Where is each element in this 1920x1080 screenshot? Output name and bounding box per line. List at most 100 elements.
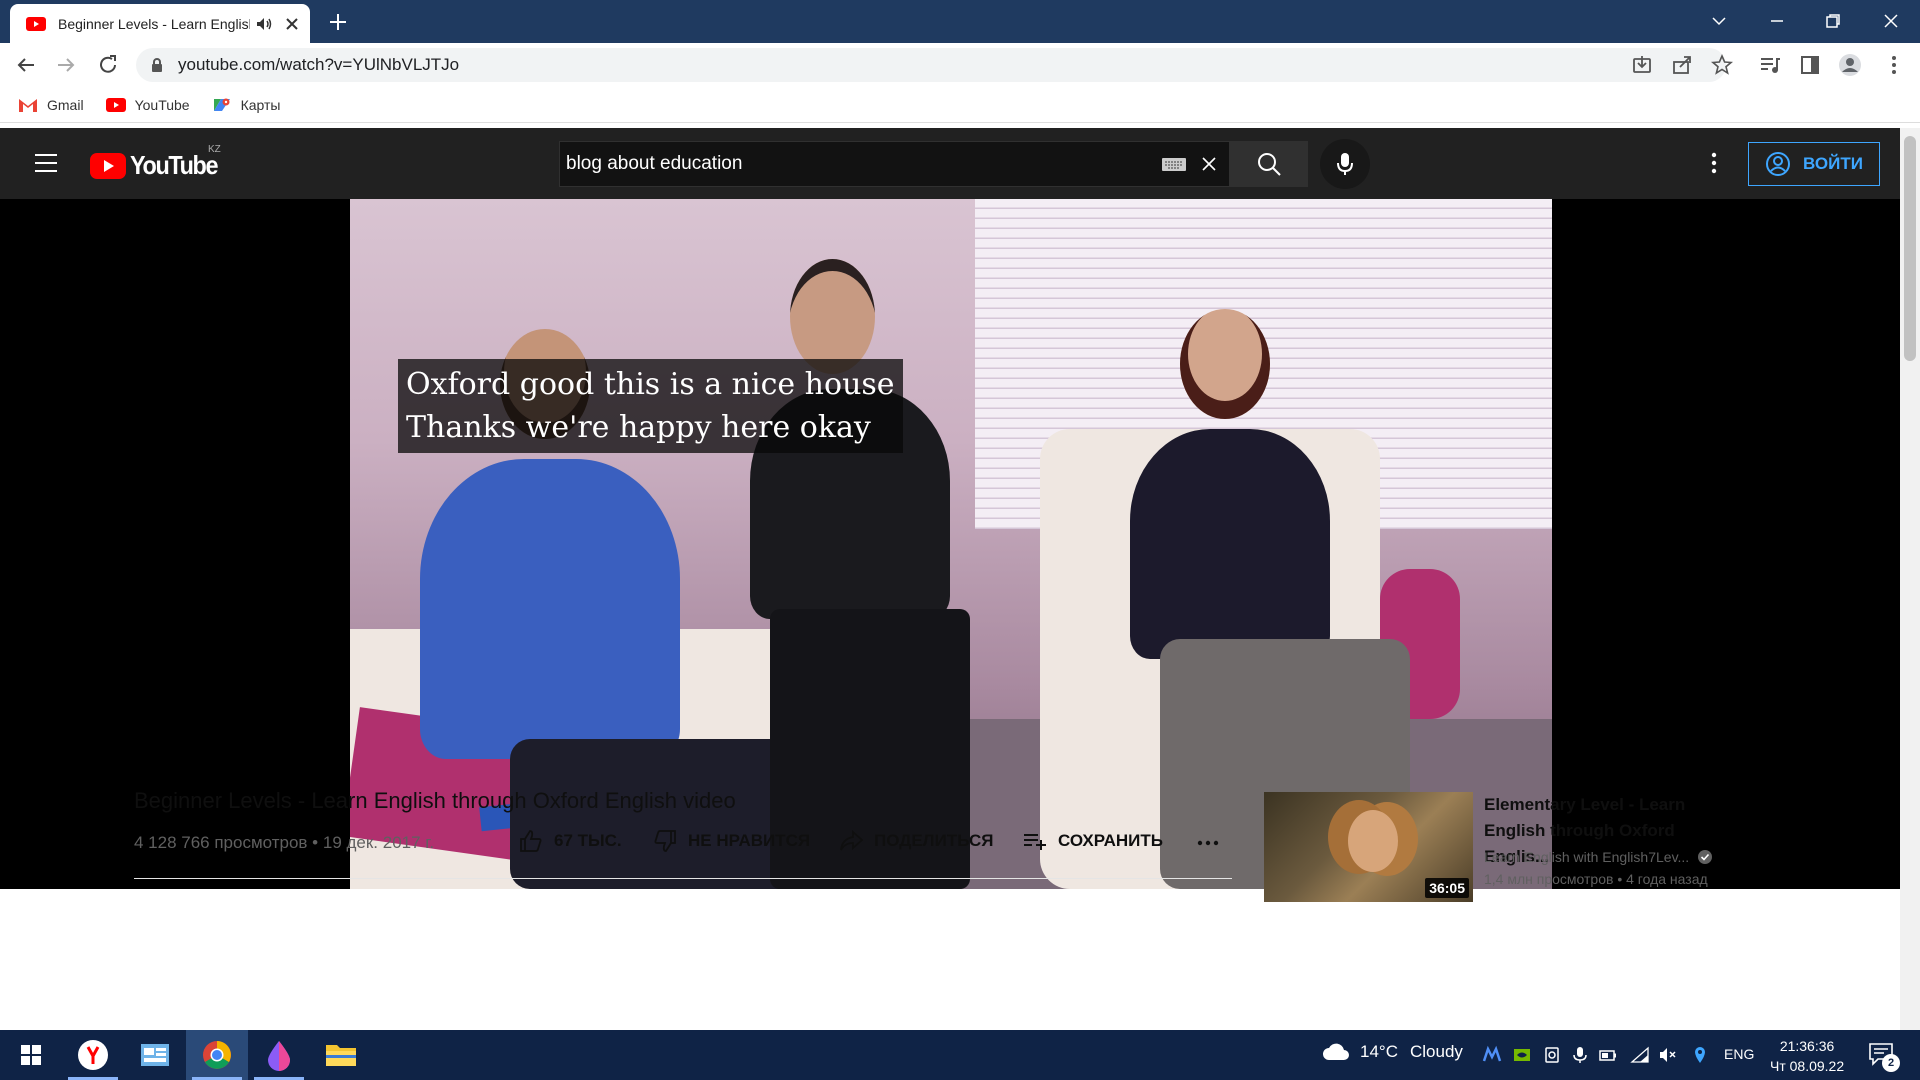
- browser-tab-strip: Beginner Levels - Learn English: [0, 0, 1920, 43]
- like-count: 67 ТЫС.: [554, 831, 622, 850]
- divider: [134, 878, 1232, 879]
- input-language[interactable]: ENG: [1724, 1046, 1754, 1062]
- caption-line: Oxford good this is a nice house: [406, 367, 895, 402]
- save-label: СОХРАНИТЬ: [1058, 831, 1163, 850]
- video-player[interactable]: Oxford good this is a nice house Thanks …: [0, 199, 1900, 889]
- address-bar[interactable]: youtube.com/watch?v=YUlNbVLJTJo: [136, 48, 1726, 82]
- tab-search-icon[interactable]: [1708, 10, 1730, 32]
- recommended-video-channel[interactable]: Learn English with English7Lev...: [1484, 849, 1713, 865]
- profile-icon[interactable]: [1838, 53, 1862, 77]
- share-page-icon[interactable]: [1670, 53, 1694, 77]
- search-icon: [1256, 151, 1282, 177]
- weather-temp: 14°C: [1360, 1042, 1398, 1061]
- lock-icon[interactable]: [150, 57, 164, 73]
- notification-count: 2: [1882, 1054, 1900, 1072]
- back-icon[interactable]: [14, 53, 38, 77]
- chrome-icon: [202, 1040, 232, 1070]
- microphone-tray-icon[interactable]: [1570, 1045, 1590, 1065]
- media-control-icon[interactable]: [1758, 53, 1782, 77]
- windows-taskbar: 14°C Cloudy ENG 21:36:36 Чт 08.09.22 2: [0, 1030, 1920, 1080]
- url-text[interactable]: youtube.com/watch?v=YUlNbVLJTJo: [178, 55, 459, 75]
- browser-menu-icon[interactable]: [1882, 53, 1906, 77]
- browser-tab[interactable]: Beginner Levels - Learn English: [10, 4, 310, 43]
- sign-in-button[interactable]: ВОЙТИ: [1748, 142, 1880, 186]
- youtube-logo[interactable]: YouTube KZ: [90, 144, 227, 181]
- notification-center-button[interactable]: 2: [1868, 1042, 1900, 1072]
- microphone-icon: [1335, 151, 1355, 177]
- share-button[interactable]: ПОДЕЛИТЬСЯ: [838, 828, 994, 854]
- scrollbar-thumb[interactable]: [1904, 136, 1916, 361]
- tray-app-icon[interactable]: [1482, 1045, 1502, 1065]
- taskbar-app-chrome[interactable]: [186, 1030, 248, 1080]
- search-input[interactable]: blog about education: [559, 141, 1230, 187]
- clear-search-icon[interactable]: [1199, 154, 1219, 174]
- forward-icon[interactable]: [54, 53, 78, 77]
- windows-start-icon: [20, 1044, 42, 1066]
- system-clock[interactable]: 21:36:36 Чт 08.09.22: [1770, 1036, 1844, 1076]
- youtube-play-logo-icon: [90, 152, 126, 179]
- more-actions-icon[interactable]: [1196, 838, 1220, 848]
- tab-close-icon[interactable]: [284, 16, 300, 32]
- youtube-wordmark: YouTube: [130, 150, 219, 180]
- new-tab-icon[interactable]: [326, 10, 350, 34]
- control-panel-icon: [140, 1042, 170, 1068]
- minimize-icon[interactable]: [1766, 10, 1788, 32]
- thumbs-up-icon: [518, 828, 544, 854]
- bookmark-label: YouTube: [134, 96, 190, 113]
- taskbar-app-yandex[interactable]: [62, 1030, 124, 1080]
- recommended-video-thumbnail[interactable]: 36:05: [1264, 792, 1473, 902]
- dislike-button[interactable]: НЕ НРАВИТСЯ: [652, 828, 810, 854]
- add-to-playlist-icon: [1022, 828, 1048, 854]
- youtube-page: YouTube KZ blog about education ВОЙТИ Ox…: [0, 128, 1900, 1080]
- battery-icon[interactable]: [1598, 1045, 1618, 1065]
- save-button[interactable]: СОХРАНИТЬ: [1022, 828, 1163, 854]
- wifi-icon[interactable]: [1630, 1045, 1650, 1065]
- location-pin-icon[interactable]: [1690, 1045, 1710, 1065]
- install-app-icon[interactable]: [1630, 53, 1654, 77]
- start-button[interactable]: [0, 1030, 62, 1080]
- window-close-icon[interactable]: [1880, 10, 1902, 32]
- nvidia-icon[interactable]: [1512, 1045, 1532, 1065]
- person-head: [1180, 309, 1270, 419]
- restore-icon[interactable]: [1822, 10, 1844, 32]
- settings-more-icon[interactable]: [1710, 150, 1718, 176]
- volume-muted-icon[interactable]: [1658, 1045, 1678, 1065]
- video-title: Beginner Levels - Learn English through …: [134, 788, 736, 813]
- keyboard-icon[interactable]: [1161, 156, 1187, 172]
- page-scrollbar[interactable]: [1900, 128, 1920, 1030]
- search-button[interactable]: [1230, 141, 1308, 187]
- hamburger-menu-icon[interactable]: [33, 152, 59, 174]
- side-panel-icon[interactable]: [1798, 53, 1822, 77]
- audio-playing-icon[interactable]: [256, 17, 274, 31]
- voice-search-button[interactable]: [1320, 139, 1370, 189]
- youtube-masthead: YouTube KZ blog about education ВОЙТИ: [0, 128, 1900, 199]
- water-drop-icon: [266, 1039, 292, 1071]
- reload-icon[interactable]: [96, 53, 120, 77]
- weather-widget[interactable]: 14°C Cloudy: [1322, 1042, 1463, 1062]
- tab-title: Beginner Levels - Learn English: [58, 15, 250, 32]
- bookmark-label: Gmail: [47, 96, 84, 113]
- gmail-icon: [18, 97, 38, 113]
- caption-line: Thanks we're happy here okay: [406, 410, 871, 445]
- taskbar-app-files[interactable]: [310, 1030, 372, 1080]
- like-button[interactable]: 67 ТЫС.: [518, 828, 622, 854]
- bookmark-youtube[interactable]: YouTube: [105, 96, 190, 113]
- bookmark-maps[interactable]: Карты: [212, 97, 280, 113]
- maps-icon: [212, 97, 232, 113]
- bookmark-gmail[interactable]: Gmail: [18, 97, 84, 113]
- thumbnail-person: [1348, 810, 1398, 872]
- share-label: ПОДЕЛИТЬСЯ: [874, 831, 994, 850]
- sign-in-label: ВОЙТИ: [1803, 154, 1863, 173]
- taskbar-app-explorer[interactable]: [124, 1030, 186, 1080]
- video-captions: Oxford good this is a nice house Thanks …: [398, 359, 903, 453]
- taskbar-app-drop[interactable]: [248, 1030, 310, 1080]
- device-icon[interactable]: [1542, 1045, 1562, 1065]
- video-frame[interactable]: Oxford good this is a nice house Thanks …: [350, 199, 1552, 889]
- yandex-browser-icon: [77, 1039, 109, 1071]
- search-query[interactable]: blog about education: [566, 153, 1161, 175]
- video-duration: 36:05: [1425, 878, 1469, 898]
- clock-date: Чт 08.09.22: [1770, 1058, 1845, 1074]
- region-code: KZ: [208, 144, 221, 155]
- verified-check-icon: [1697, 849, 1713, 865]
- bookmark-star-icon[interactable]: [1710, 53, 1734, 77]
